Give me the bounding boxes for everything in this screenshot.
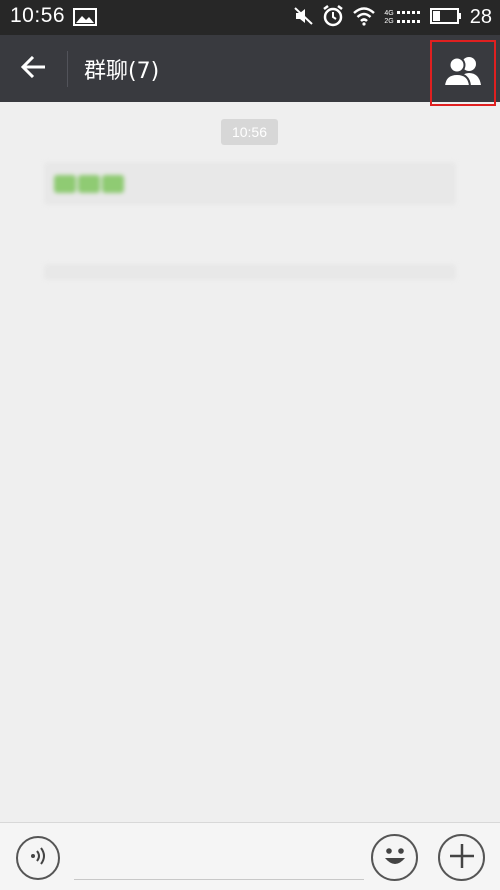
emoji-icon [102, 174, 124, 193]
emoji-icon [378, 839, 412, 877]
network-label-4g: 4G [384, 9, 394, 17]
alarm-icon [322, 4, 344, 31]
emoji-icon [54, 174, 76, 193]
wifi-icon [352, 6, 376, 30]
battery-level: 28 [469, 6, 492, 28]
battery-icon [429, 7, 462, 29]
image-icon [73, 8, 97, 26]
back-arrow-icon [20, 55, 47, 82]
more-options-button[interactable] [438, 834, 485, 881]
back-button[interactable] [12, 49, 56, 89]
system-message [44, 162, 456, 205]
status-time: 10:56 [10, 4, 66, 27]
message-timestamp: 10:56 [221, 119, 278, 145]
emoji-icon [78, 174, 100, 193]
voice-input-icon [27, 845, 49, 871]
system-message [44, 264, 456, 280]
group-members-icon [442, 55, 483, 91]
title-bar: 群聊(7) [0, 35, 500, 106]
status-bar: 10:56 4G 2G 28 [0, 0, 500, 35]
page-title: 群聊(7) [84, 59, 160, 84]
input-bar [0, 822, 500, 890]
voice-input-button[interactable] [16, 836, 60, 880]
signal-icon: 4G 2G [384, 9, 421, 27]
mute-icon [294, 6, 314, 30]
network-label-2g: 2G [384, 17, 394, 25]
group-members-button[interactable] [430, 40, 496, 106]
message-input[interactable] [74, 833, 364, 880]
plus-icon [448, 842, 476, 874]
status-icons: 4G 2G 28 [294, 4, 492, 31]
emoji-button[interactable] [371, 834, 418, 881]
title-divider [67, 51, 68, 87]
